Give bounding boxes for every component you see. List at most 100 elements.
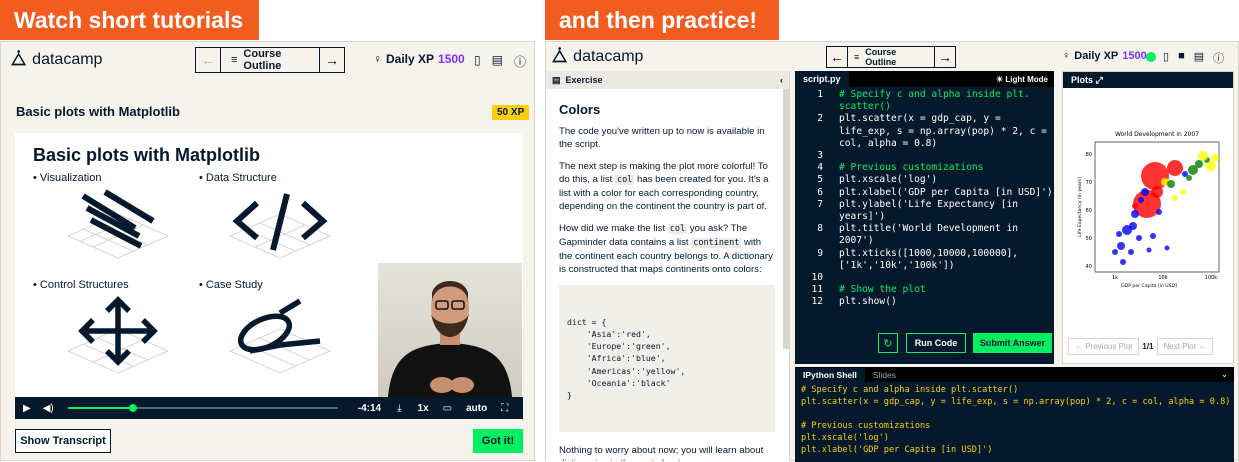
shell-chevron-icon[interactable]: ⌄ <box>1221 369 1228 380</box>
plot-nav: ← Previous Plot 1/1 Next Plot → <box>1063 338 1233 355</box>
daily-xp-label-right: Daily XP <box>1074 50 1119 62</box>
datacamp-logo-icon-right: ⧊ <box>552 47 568 66</box>
time-remaining: -4:14 <box>357 402 382 414</box>
mobile-icon[interactable]: ▯ <box>474 53 481 70</box>
code-text: plt.show() <box>839 296 897 308</box>
exercise-icon: ▤ <box>552 74 561 85</box>
next-plot-button[interactable]: Next Plot → <box>1156 338 1214 355</box>
script-tab[interactable]: script.py <box>795 71 849 87</box>
scatter-point <box>1186 175 1192 181</box>
datacamp-logo-icon: ⧊ <box>11 50 27 69</box>
slides-tab[interactable]: Slides <box>865 368 904 382</box>
progress-handle[interactable] <box>128 404 137 412</box>
document-icon-right[interactable]: ▤ <box>1194 50 1204 66</box>
course-outline-button-right[interactable]: ≡ Course Outline <box>847 47 935 67</box>
mobile-icon-right[interactable]: ▯ <box>1163 50 1169 66</box>
line-number: 8 <box>817 223 823 235</box>
scatter-point <box>1211 154 1219 162</box>
exercise-app: ⧊ datacamp ← ≡ Course Outline → ♀ Daily … <box>545 41 1239 462</box>
presenter-silhouette-icon <box>388 281 512 397</box>
collapse-chevron-icon[interactable]: ‹ <box>780 75 783 85</box>
scatter-point <box>1195 160 1203 168</box>
run-code-button[interactable]: Run Code <box>906 333 966 353</box>
info-icon-right[interactable]: ⓘ <box>1213 50 1224 66</box>
ipython-shell[interactable]: IPython Shell Slides ⌄ # Specify c and a… <box>795 367 1234 462</box>
light-mode-toggle[interactable]: ☀ Light Mode <box>996 75 1048 84</box>
line-number: 1 <box>817 89 823 100</box>
exercise-title: Colors <box>559 102 601 117</box>
datacamp-logo[interactable]: ⧊ datacamp <box>11 50 102 70</box>
code-line: 1 # Specify c and alpha inside plt. <box>795 89 1054 101</box>
code-text: ['1k','10k','100k']) <box>839 259 955 271</box>
right-topbar: ⧊ datacamp ← ≡ Course Outline → ♀ Daily … <box>546 42 1238 72</box>
course-outline-label: Course Outline <box>243 48 282 72</box>
reset-icon[interactable]: ↻ <box>878 333 898 353</box>
video-icon[interactable]: ■ <box>1178 50 1185 66</box>
y-tick-label: 40 <box>1086 264 1092 270</box>
course-outline-nav-right: ← ≡ Course Outline → <box>826 46 956 68</box>
line-number: 12 <box>811 296 823 308</box>
exercise-scrollbar[interactable] <box>783 89 789 349</box>
scatter-point <box>1120 259 1126 265</box>
plots-pane: Plots ⤢ World Development in 2007 80 70 60 5… <box>1062 71 1234 364</box>
course-outline-button[interactable]: ≡ Course Outline <box>220 48 320 72</box>
playback-speed[interactable]: 1x <box>418 403 429 414</box>
document-icon[interactable]: ▤ <box>492 53 503 70</box>
got-it-button[interactable]: Got it! <box>473 429 523 453</box>
code-line: 10 <box>795 272 1054 284</box>
scatter-point <box>1167 160 1183 176</box>
daily-xp: ♀ Daily XP 1500 <box>373 52 465 66</box>
line-number: 9 <box>817 247 823 259</box>
quality-select[interactable]: auto <box>466 403 487 414</box>
line-number: 7 <box>817 198 823 210</box>
video-frame[interactable]: Basic plots with Matplotlib • Visualizat… <box>15 133 523 419</box>
scatter-point <box>1138 197 1144 203</box>
ipython-shell-tab[interactable]: IPython Shell <box>795 367 865 382</box>
progress-bar[interactable] <box>67 404 338 412</box>
previous-plot-button[interactable]: ← Previous Plot <box>1068 338 1140 355</box>
course-outline-label-right: Course Outline <box>865 47 897 67</box>
shell-line: plt.scatter(x = gdp_cap, y = life_exp, s… <box>801 397 1231 407</box>
submit-answer-button[interactable]: Submit Answer <box>973 333 1052 353</box>
presenter-video <box>378 263 522 397</box>
code-text: plt.xlabel('GDP per Capita [in USD]') <box>839 186 1053 198</box>
next-arrow-icon[interactable]: → <box>320 48 344 72</box>
code-text: # Specify c and alpha inside plt. <box>839 89 1030 100</box>
volume-icon[interactable]: ◀) <box>43 403 54 414</box>
shell-line: plt.xscale('log') <box>801 433 889 443</box>
scatter-point <box>1167 180 1175 188</box>
fullscreen-icon[interactable]: ⛶ <box>501 403 508 414</box>
plots-tab[interactable]: Plots ⤢ <box>1063 72 1111 89</box>
line-number <box>795 126 839 138</box>
scatter-point <box>1128 249 1134 255</box>
line-number: 2 <box>817 113 823 125</box>
code-line: scatter() <box>795 101 1054 113</box>
exercise-tab[interactable]: Exercise <box>566 75 603 85</box>
download-icon[interactable]: ⤓ <box>397 403 401 414</box>
script-editor[interactable]: script.py ☀ Light Mode 1 # Specify c and … <box>795 71 1054 364</box>
code-line: ['1k','10k','100k']) <box>795 260 1054 272</box>
datacamp-logo-right[interactable]: ⧊ datacamp <box>552 47 643 67</box>
exercise-content: Colors The code you've written up to now… <box>546 89 789 461</box>
captions-icon[interactable]: ▭ <box>443 403 452 414</box>
line-number: 11 <box>811 284 823 296</box>
play-icon[interactable]: ▶ <box>23 403 31 414</box>
line-number <box>795 138 839 150</box>
code-text: plt.title('World Development in <box>839 223 1019 235</box>
next-arrow-icon-right[interactable]: → <box>935 47 955 67</box>
plot-ylabel: Life Expectancy [in years] <box>1077 177 1083 237</box>
prev-arrow-icon-right[interactable]: ← <box>827 47 847 67</box>
logo-text: datacamp <box>32 51 103 68</box>
line-number: 4 <box>817 162 823 174</box>
info-icon[interactable]: ⓘ <box>514 53 526 70</box>
show-transcript-button[interactable]: Show Transcript <box>15 429 111 453</box>
prev-arrow-icon[interactable]: ← <box>196 48 220 72</box>
scatter-point <box>1180 189 1186 195</box>
line-number: 10 <box>811 272 823 284</box>
line-number: 3 <box>817 150 823 162</box>
visualization-illustration-icon <box>67 189 169 259</box>
code-text: # Show the plot <box>839 284 926 296</box>
plot-title: World Development in 2007 <box>1115 131 1199 138</box>
code-text: col, alpha = 0.8) <box>839 137 938 149</box>
left-topbar: ⧊ datacamp ← ≡ Course Outline → ♀ Daily … <box>1 42 534 78</box>
